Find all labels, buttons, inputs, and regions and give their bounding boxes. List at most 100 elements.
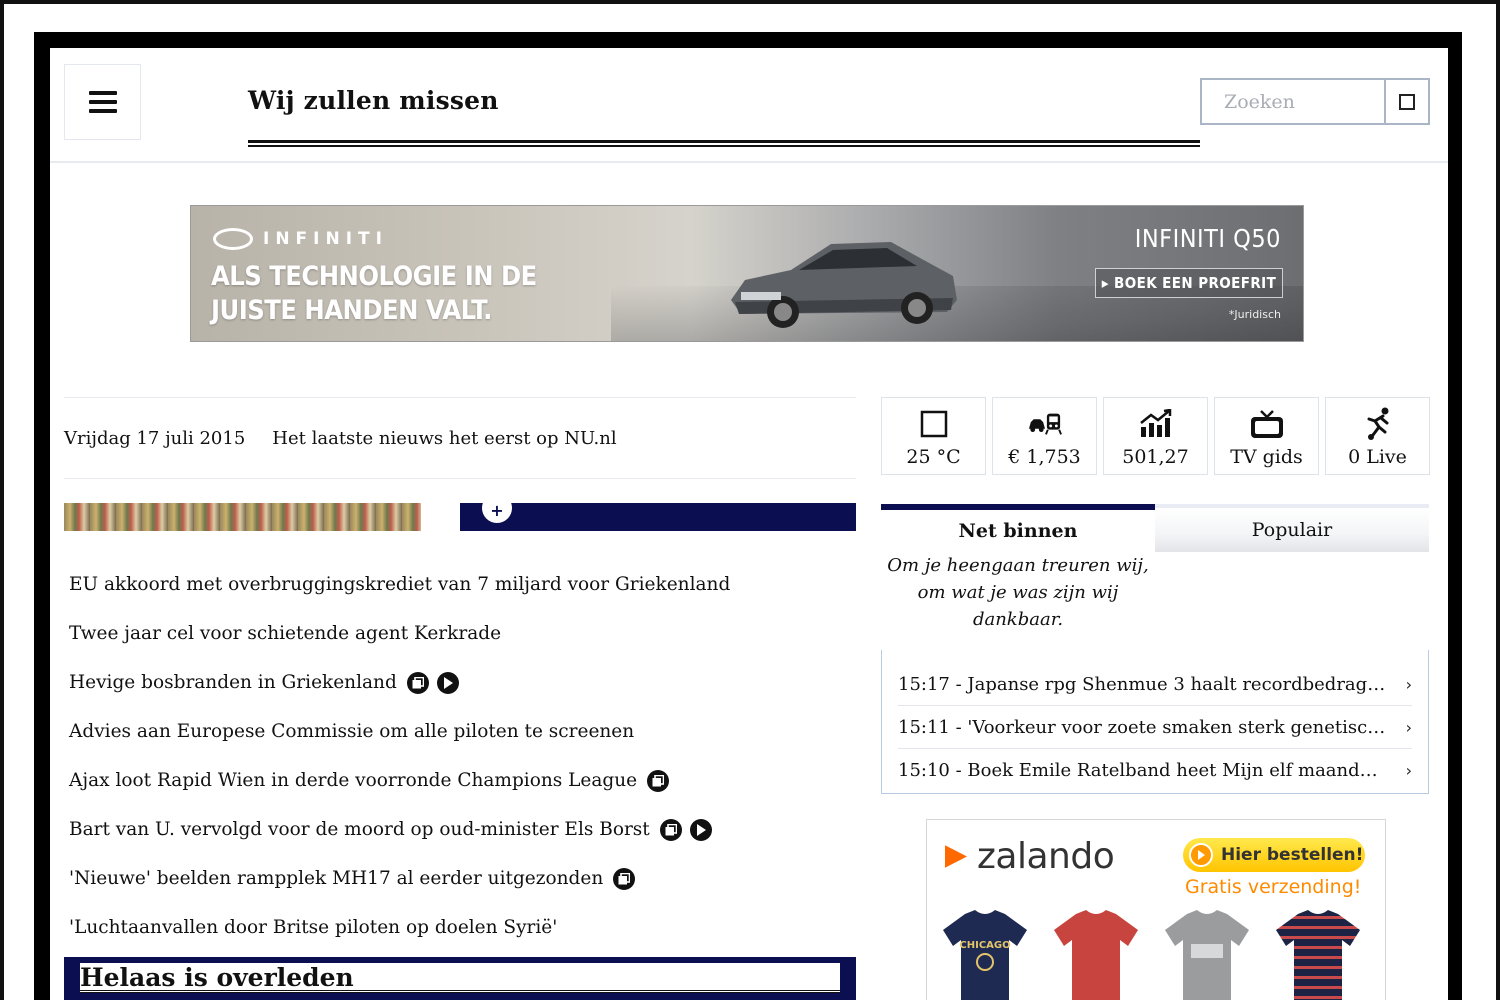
news-item: EU akkoord met overbruggingskrediet van … [69,560,849,609]
photo-gallery-icon[interactable] [613,867,636,890]
date-strip: Vrijdag 17 juli 2015 Het laatste nieuws … [64,397,856,479]
news-link[interactable]: Twee jaar cel voor schietende agent Kerk… [69,623,501,644]
shipping-word: verzending! [1247,876,1362,898]
ad-brand-name: INFINITI [263,229,388,249]
video-play-icon[interactable] [436,671,459,694]
live-count-value: 0 Live [1348,446,1407,468]
chevron-right-icon: › [1405,761,1412,780]
play-arrow-icon [1189,843,1213,867]
latest-news-feed: 15:17 - Japanse rpg Shenmue 3 haalt reco… [881,650,1429,794]
feed-item-text: 15:11 - 'Voorkeur voor zoete smaken ster… [898,716,1388,738]
order-label: Hier bestellen! [1221,845,1364,865]
stocks-widget[interactable]: 501,27 [1103,397,1208,475]
news-link[interactable]: Advies aan Europese Commissie om alle pi… [69,721,634,742]
search-icon [1399,93,1415,110]
tshirt-grey-image [1165,910,1249,1000]
search-input[interactable] [1202,80,1384,123]
search-button[interactable] [1384,80,1428,123]
tshirt-striped-image [1276,910,1360,1000]
news-tabs: Net binnen Populair [881,504,1429,552]
news-item: 'Luchtaanvallen door Britse piloten op d… [69,903,849,952]
news-item: Twee jaar cel voor schietende agent Kerk… [69,609,849,658]
tab-net-binnen[interactable]: Net binnen [881,504,1155,552]
live-sports-widget[interactable]: 0 Live [1325,397,1430,475]
tv-icon [1250,408,1284,440]
tv-guide-widget[interactable]: TV gids [1214,397,1319,475]
site-tagline: Het laatste nieuws het eerst op NU.nl [272,427,617,449]
order-button[interactable]: Hier bestellen! [1183,838,1365,872]
quote-line: dankbaar. [972,609,1064,630]
chevron-right-icon: › [1405,674,1412,694]
title-underline [248,140,1200,147]
tab-populair[interactable]: Populair [1155,504,1429,552]
obituary-section: Helaas is overleden [64,957,856,1000]
weather-value: 25 °C [906,446,961,468]
free-word: Gratis [1185,876,1242,898]
page-title: Wij zullen missen [248,86,499,115]
news-link[interactable]: Hevige bosbranden in Griekenland [69,672,397,693]
svg-text:CHICAGO: CHICAGO [959,940,1010,951]
feed-item[interactable]: 15:17 - Japanse rpg Shenmue 3 haalt reco… [898,663,1412,706]
tshirt-red-image [1054,910,1138,1000]
news-link[interactable]: EU akkoord met overbruggingskrediet van … [69,574,730,595]
ad-legal-text: *Juridisch [1228,308,1281,321]
article-thumbnail[interactable] [64,503,421,531]
obituary-heading-box: Helaas is overleden [80,963,840,993]
shirt-products: CHICAGO [943,910,1360,1000]
car-train-icon [1028,408,1062,440]
chevron-right-icon: › [1405,717,1412,737]
featured-article-banner[interactable]: + [460,503,856,531]
hamburger-icon [88,91,117,113]
menu-button[interactable] [64,64,141,140]
news-item: 'Nieuwe' beelden rampplek MH17 al eerder… [69,854,849,903]
weather-icon [917,408,951,440]
news-list: EU akkoord met overbruggingskrediet van … [69,560,849,952]
aex-index-value: 501,27 [1122,446,1189,468]
news-item: Hevige bosbranden in Griekenland [69,658,849,707]
feed-item-text: 15:17 - Japanse rpg Shenmue 3 haalt reco… [898,673,1388,695]
current-date: Vrijdag 17 juli 2015 [64,427,246,449]
memorial-quote: Om je heengaan treuren wij, om wat je wa… [881,552,1155,633]
photo-gallery-icon[interactable] [647,769,670,792]
tv-guide-label: TV gids [1230,446,1303,468]
fuel-price-value: € 1,753 [1008,446,1081,468]
zalando-ad[interactable]: zalando Hier bestellen! Gratis verzendin… [926,819,1386,1000]
news-link[interactable]: 'Nieuwe' beelden rampplek MH17 al eerder… [69,868,603,889]
ad-cta-button[interactable]: ▸ BOEK EEN PROEFRIT [1095,268,1283,298]
infiniti-ad-banner[interactable]: INFINITI ALS TECHNOLOGIE IN DE JUISTE HA… [190,205,1304,342]
infiniti-logo-icon [213,228,253,250]
obituary-heading: Helaas is overleden [80,963,354,992]
weather-widget[interactable]: 25 °C [881,397,986,475]
free-shipping-text: Gratis verzending! [1185,876,1361,898]
ad-brand: INFINITI [213,228,388,250]
zalando-mark-icon [945,845,967,868]
search-box [1200,78,1430,125]
header-divider [50,161,1448,163]
ad-model-name: INFINITI Q50 [1134,224,1281,253]
news-item: Bart van U. vervolgd voor de moord op ou… [69,805,849,854]
photo-gallery-icon[interactable] [406,671,429,694]
quote-line: Om je heengaan treuren wij, [887,555,1149,576]
news-link[interactable]: Bart van U. vervolgd voor de moord op ou… [69,819,650,840]
car-image [731,242,957,328]
feed-item[interactable]: 15:11 - 'Voorkeur voor zoete smaken ster… [898,706,1412,749]
video-play-icon[interactable] [689,818,712,841]
ad-headline-line1: ALS TECHNOLOGIE IN DE [211,261,537,292]
ad-headline: ALS TECHNOLOGIE IN DE JUISTE HANDEN VALT… [211,260,537,328]
soccer-player-icon [1361,407,1395,440]
news-link[interactable]: 'Luchtaanvallen door Britse piloten op d… [69,917,557,938]
news-item: Ajax loot Rapid Wien in derde voorronde … [69,756,849,805]
news-item: Advies aan Europese Commissie om alle pi… [69,707,849,756]
traffic-widget[interactable]: € 1,753 [992,397,1097,475]
quote-line: om wat je was zijn wij [917,582,1119,603]
news-link[interactable]: Ajax loot Rapid Wien in derde voorronde … [69,770,637,791]
zalando-brand-name: zalando [977,836,1115,877]
photo-gallery-icon[interactable] [659,818,682,841]
feed-item-text: 15:10 - Boek Emile Ratelband heet Mijn e… [898,760,1388,781]
feed-item[interactable]: 15:10 - Boek Emile Ratelband heet Mijn e… [898,749,1412,792]
info-widgets: 25 °C € 1,753 501,27 TV gids 0 Live [881,397,1430,475]
plus-icon: + [482,503,512,523]
stock-chart-icon [1139,408,1173,440]
ad-headline-line2: JUISTE HANDEN VALT. [211,295,492,326]
tshirt-navy-image: CHICAGO [943,910,1027,1000]
